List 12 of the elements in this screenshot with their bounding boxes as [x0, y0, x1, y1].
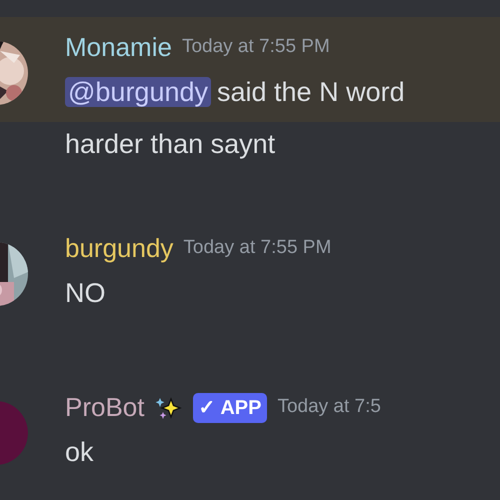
message-text: harder than saynt: [65, 129, 276, 159]
message-text: said the N word: [217, 77, 405, 107]
timestamp: Today at 7:55 PM: [182, 35, 330, 60]
username[interactable]: burgundy: [65, 229, 174, 268]
user-mention[interactable]: @burgundy: [65, 77, 211, 107]
message-text: ok: [65, 437, 94, 467]
timestamp: Today at 7:5: [277, 395, 381, 420]
username[interactable]: ProBot: [65, 388, 144, 427]
timestamp: Today at 7:55 PM: [183, 236, 332, 260]
message-text: NO: [65, 278, 106, 308]
username[interactable]: Monamie: [65, 28, 172, 67]
app-tag: ✓ APP: [192, 392, 268, 422]
